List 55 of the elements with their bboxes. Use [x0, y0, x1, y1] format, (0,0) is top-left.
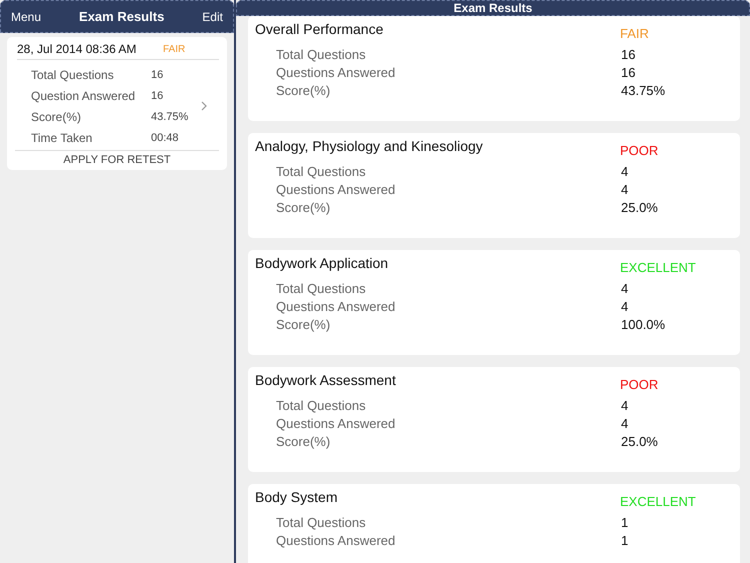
stat-value: 43.75%: [151, 110, 188, 122]
stat-value: 43.75%: [621, 82, 666, 98]
stat-label: Question Answered: [31, 88, 136, 102]
edit-button[interactable]: Edit: [202, 10, 223, 24]
attempt-card[interactable]: 28, Jul 2014 08:36 AM FAIR Total Questions 16 Question Answered 16 Score(%) 43.75% Time Taken 00:48 APPLY FOR RETEST: [7, 37, 227, 170]
stat-value: 25.0%: [621, 434, 658, 448]
stat-value: 4: [621, 398, 628, 412]
stat-value: 4: [621, 416, 628, 430]
stat-label: Score(%): [276, 200, 332, 214]
stat-value: 4: [621, 280, 628, 296]
apply-for-retest-button[interactable]: APPLY FOR RETEST: [15, 150, 219, 166]
section-rating: POOR: [620, 143, 658, 160]
stat-value: 16: [151, 68, 164, 80]
stat-value: 4: [621, 298, 628, 314]
nav-title: Exam Results: [79, 9, 164, 24]
stat-label: Score(%): [276, 82, 332, 98]
stat-label: Score(%): [31, 110, 82, 124]
stat-value: 1: [621, 514, 628, 530]
stat-label: Score(%): [276, 434, 332, 448]
section-rating: FAIR: [620, 26, 649, 43]
stat-value: 4: [621, 182, 628, 196]
chevron-right-icon: [201, 101, 207, 111]
stat-value: 1: [621, 532, 628, 548]
stat-label: Questions Answered: [276, 298, 396, 314]
stat-label: Total Questions: [31, 68, 115, 82]
stat-label: Score(%): [276, 316, 332, 332]
stat-label: Total Questions: [276, 398, 367, 412]
stat-label: Questions Answered: [276, 182, 396, 196]
section-rating: EXCELLENT: [620, 260, 696, 277]
stat-label: Total Questions: [276, 514, 367, 530]
attempt-rating: FAIR: [163, 44, 186, 54]
stat-label: Time Taken: [31, 130, 94, 144]
stat-label: Total Questions: [276, 280, 367, 296]
menu-button[interactable]: Menu: [11, 10, 42, 24]
stat-value: 4: [621, 164, 628, 178]
stat-label: Questions Answered: [276, 532, 396, 548]
stat-label: Questions Answered: [276, 64, 396, 80]
stat-label: Total Questions: [276, 164, 367, 178]
stat-value: 25.0%: [621, 200, 658, 214]
stat-value: 16: [621, 64, 636, 80]
section-title: Body System: [255, 489, 338, 507]
section-title: Bodywork Assessment: [255, 372, 397, 390]
attempt-date: 28, Jul 2014 08:36 AM: [17, 42, 138, 56]
section-title: Bodywork Application: [255, 255, 390, 273]
stat-value: 16: [151, 90, 164, 102]
nav-title: Exam Results: [454, 1, 532, 15]
section-rating: POOR: [620, 377, 658, 394]
stat-label: Total Questions: [276, 46, 367, 62]
stat-value: 100.0%: [621, 316, 666, 332]
section-title: Analogy, Physiology and Kinesoliogy: [255, 138, 484, 156]
section-rating: EXCELLENT: [620, 494, 696, 511]
stat-label: Questions Answered: [276, 416, 396, 430]
section-title: Overall Performance: [255, 21, 384, 39]
stat-value: 16: [621, 46, 636, 62]
stat-value: 00:48: [151, 132, 179, 144]
